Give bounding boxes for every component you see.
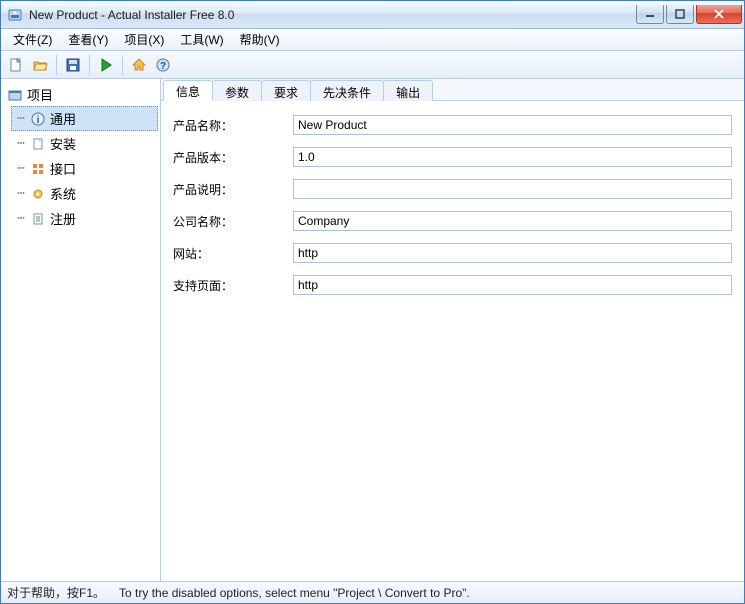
tab-info[interactable]: 信息 — [163, 80, 213, 101]
grid-icon — [30, 161, 46, 177]
minimize-button[interactable] — [636, 5, 664, 24]
tab-requirements[interactable]: 要求 — [261, 80, 311, 101]
tree-connector: ⋯ — [16, 136, 26, 151]
input-product-description[interactable] — [293, 179, 732, 199]
page-icon — [30, 136, 46, 152]
row-support-page: 支持页面： — [173, 275, 732, 295]
row-product-name: 产品名称： — [173, 115, 732, 135]
row-company-name: 公司名称： — [173, 211, 732, 231]
app-window: New Product - Actual Installer Free 8.0 … — [0, 0, 745, 604]
menu-tools[interactable]: 工具(W) — [172, 29, 231, 50]
row-product-description: 产品说明： — [173, 179, 732, 199]
toolbar: ? — [1, 51, 744, 79]
sidebar-item-install[interactable]: ⋯ 安装 — [11, 131, 158, 156]
label-product-version: 产品版本： — [173, 149, 293, 166]
form-area: 产品名称： 产品版本： 产品说明： 公司名称： 网站： — [161, 101, 744, 581]
svg-text:i: i — [37, 115, 40, 126]
titlebar: New Product - Actual Installer Free 8.0 — [1, 1, 744, 29]
tab-output[interactable]: 输出 — [383, 80, 433, 101]
sidebar-item-label: 安装 — [50, 134, 76, 153]
label-company-name: 公司名称： — [173, 213, 293, 230]
row-product-version: 产品版本： — [173, 147, 732, 167]
window-title: New Product - Actual Installer Free 8.0 — [29, 8, 634, 22]
project-icon — [7, 87, 23, 103]
home-button[interactable] — [128, 54, 150, 76]
tree-connector: ⋯ — [16, 186, 26, 201]
toolbar-separator — [56, 55, 57, 75]
tree-connector: ⋯ — [16, 211, 26, 226]
menu-view[interactable]: 查看(Y) — [60, 29, 116, 50]
tab-prerequisites[interactable]: 先决条件 — [310, 80, 384, 101]
app-icon — [7, 7, 23, 23]
sidebar-item-label: 通用 — [50, 109, 76, 128]
close-button[interactable] — [696, 5, 742, 24]
tree-connector: ⋯ — [16, 161, 26, 176]
tree-connector: ⋯ — [16, 111, 26, 126]
new-file-button[interactable] — [5, 54, 27, 76]
menu-help[interactable]: 帮助(V) — [232, 29, 288, 50]
label-support-page: 支持页面： — [173, 277, 293, 294]
sidebar-item-general[interactable]: ⋯ i 通用 — [11, 106, 158, 131]
note-icon — [30, 211, 46, 227]
input-website[interactable] — [293, 243, 732, 263]
gear-icon — [30, 186, 46, 202]
label-product-description: 产品说明： — [173, 181, 293, 198]
label-website: 网站： — [173, 245, 293, 262]
tree-children: ⋯ i 通用 ⋯ 安装 ⋯ 接口 ⋯ 系统 — [11, 106, 158, 231]
sidebar-item-label: 系统 — [50, 184, 76, 203]
status-help-hint: 对于帮助，按F1。 — [7, 584, 105, 601]
save-button[interactable] — [62, 54, 84, 76]
toolbar-separator — [122, 55, 123, 75]
label-product-name: 产品名称： — [173, 117, 293, 134]
row-website: 网站： — [173, 243, 732, 263]
sidebar-item-label: 注册 — [50, 209, 76, 228]
sidebar-item-label: 接口 — [50, 159, 76, 178]
help-button[interactable]: ? — [152, 54, 174, 76]
maximize-button[interactable] — [666, 5, 694, 24]
input-company-name[interactable] — [293, 211, 732, 231]
info-icon: i — [30, 111, 46, 127]
tab-params[interactable]: 参数 — [212, 80, 262, 101]
tree-root-label: 项目 — [27, 85, 53, 104]
window-controls — [634, 5, 742, 25]
main-area: 项目 ⋯ i 通用 ⋯ 安装 ⋯ 接口 ⋯ — [1, 79, 744, 581]
sidebar-item-interface[interactable]: ⋯ 接口 — [11, 156, 158, 181]
status-pro-hint: To try the disabled options, select menu… — [119, 586, 470, 600]
tree-root[interactable]: 项目 — [3, 83, 158, 106]
tab-bar: 信息 参数 要求 先决条件 输出 — [161, 79, 744, 101]
content-panel: 信息 参数 要求 先决条件 输出 产品名称： 产品版本： 产品说明： — [161, 79, 744, 581]
input-product-version[interactable] — [293, 147, 732, 167]
run-button[interactable] — [95, 54, 117, 76]
sidebar-item-system[interactable]: ⋯ 系统 — [11, 181, 158, 206]
menu-file[interactable]: 文件(Z) — [5, 29, 60, 50]
menubar: 文件(Z) 查看(Y) 项目(X) 工具(W) 帮助(V) — [1, 29, 744, 51]
input-product-name[interactable] — [293, 115, 732, 135]
menu-project[interactable]: 项目(X) — [116, 29, 172, 50]
sidebar-item-register[interactable]: ⋯ 注册 — [11, 206, 158, 231]
svg-text:?: ? — [160, 61, 166, 72]
open-folder-button[interactable] — [29, 54, 51, 76]
sidebar: 项目 ⋯ i 通用 ⋯ 安装 ⋯ 接口 ⋯ — [1, 79, 161, 581]
toolbar-separator — [89, 55, 90, 75]
input-support-page[interactable] — [293, 275, 732, 295]
statusbar: 对于帮助，按F1。 To try the disabled options, s… — [1, 581, 744, 603]
